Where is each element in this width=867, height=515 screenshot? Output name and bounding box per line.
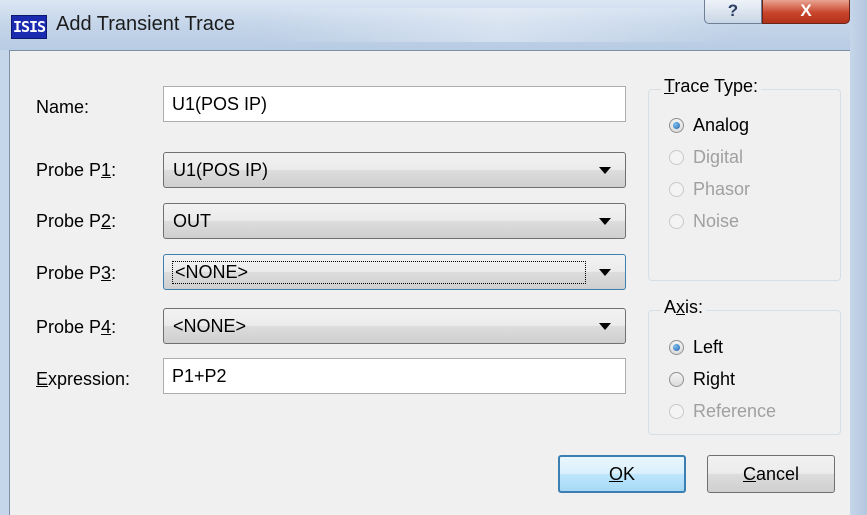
probe-p2-value: OUT: [173, 210, 211, 231]
dialog-body: Name: U1(POS IP) Probe P1: U1(POS IP) Pr…: [9, 50, 850, 515]
close-button[interactable]: X: [762, 0, 850, 24]
trace-type-analog-radio[interactable]: Analog: [669, 115, 749, 136]
name-input[interactable]: U1(POS IP): [163, 86, 626, 122]
probe-p4-label: Probe P4:: [36, 317, 117, 337]
probe-p1-label: Probe P1:: [36, 160, 117, 180]
name-input-value: U1(POS IP): [172, 93, 268, 114]
radio-checked-icon: [669, 340, 684, 355]
chevron-down-icon: [599, 166, 611, 174]
window-frame-left: [0, 50, 9, 515]
isis-app-icon: ISIS: [11, 15, 47, 39]
radio-unchecked-icon: [669, 182, 684, 197]
trace-type-noise-label: Noise: [693, 211, 740, 231]
title-bar-highlight: [260, 8, 740, 42]
expression-label: Expression:: [36, 369, 131, 389]
trace-type-phasor-radio[interactable]: Phasor: [669, 179, 750, 200]
close-icon: X: [800, 1, 812, 20]
probe-p4-select[interactable]: <NONE>: [163, 308, 626, 344]
radio-unchecked-icon: [669, 404, 684, 419]
ok-button-label: OK: [608, 463, 636, 484]
name-label: Name:: [36, 97, 90, 117]
trace-type-title: Trace Type:: [661, 76, 762, 97]
ok-button[interactable]: OK: [558, 455, 686, 493]
probe-p2-select[interactable]: OUT: [163, 203, 626, 239]
window-frame-right: [850, 0, 867, 515]
probe-p3-value: <NONE>: [172, 260, 586, 284]
axis-left-radio[interactable]: Left: [669, 337, 723, 358]
trace-type-phasor-label: Phasor: [693, 179, 751, 199]
help-icon: ?: [727, 1, 739, 20]
trace-type-digital-label: Digital: [693, 147, 744, 167]
chevron-down-icon: [599, 322, 611, 330]
radio-checked-icon: [669, 118, 684, 133]
cancel-button-label: Cancel: [742, 463, 800, 484]
window-title: Add Transient Trace: [56, 13, 235, 35]
trace-type-analog-label: Analog: [693, 115, 750, 135]
axis-right-radio[interactable]: Right: [669, 369, 735, 390]
radio-unchecked-icon: [669, 372, 684, 387]
title-bar[interactable]: ISIS Add Transient Trace ? X: [0, 0, 867, 50]
radio-unchecked-icon: [669, 214, 684, 229]
probe-p3-label: Probe P3:: [36, 263, 117, 283]
chevron-down-icon: [599, 268, 611, 276]
trace-type-digital-radio[interactable]: Digital: [669, 147, 743, 168]
radio-unchecked-icon: [669, 150, 684, 165]
axis-title: Axis:: [661, 297, 707, 318]
axis-reference-label: Reference: [693, 401, 777, 421]
trace-type-noise-radio[interactable]: Noise: [669, 211, 739, 232]
expression-input-value: P1+P2: [172, 365, 227, 386]
axis-reference-radio[interactable]: Reference: [669, 401, 776, 422]
probe-p2-label: Probe P2:: [36, 211, 117, 231]
expression-input[interactable]: P1+P2: [163, 358, 626, 394]
axis-right-label: Right: [693, 369, 736, 389]
cancel-button[interactable]: Cancel: [707, 455, 835, 493]
axis-left-label: Left: [693, 337, 724, 357]
probe-p1-select[interactable]: U1(POS IP): [163, 152, 626, 188]
probe-p1-value: U1(POS IP): [173, 159, 269, 180]
help-button[interactable]: ?: [704, 0, 762, 24]
probe-p3-select[interactable]: <NONE>: [163, 254, 626, 290]
chevron-down-icon: [599, 217, 611, 225]
probe-p4-value: <NONE>: [173, 315, 247, 336]
